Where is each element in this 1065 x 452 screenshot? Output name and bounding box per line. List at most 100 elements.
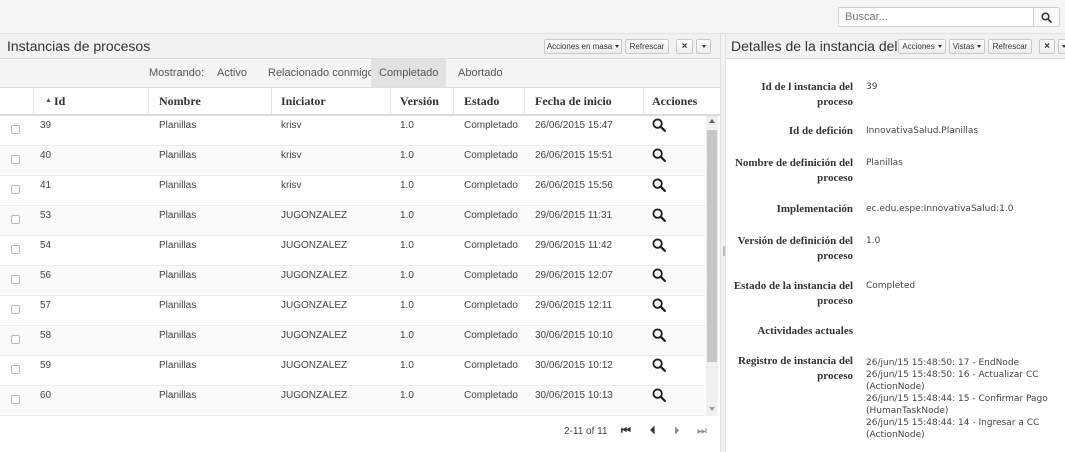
view-details-icon[interactable] xyxy=(652,148,666,162)
close-icon: × xyxy=(1044,41,1050,52)
splitter-grip-icon xyxy=(723,246,725,256)
close-button[interactable]: × xyxy=(1039,39,1055,54)
detail-label-instance-log: Registro de instancia del proceso xyxy=(738,355,853,382)
caret-down-icon xyxy=(977,45,982,48)
view-details-icon[interactable] xyxy=(652,178,666,192)
cell-version: 1.0 xyxy=(400,210,414,221)
column-header-status[interactable]: Estado xyxy=(464,88,499,114)
next-page-icon[interactable]: ⏵ xyxy=(674,425,680,438)
detail-label-instance-state: Estado de la instancia del proceso xyxy=(733,280,853,307)
detail-value-instance-id: 39 xyxy=(866,82,878,92)
cell-version: 1.0 xyxy=(400,180,414,191)
cell-name: Planillas xyxy=(159,240,197,251)
row-checkbox[interactable] xyxy=(11,215,20,224)
last-page-icon[interactable]: ⏭ xyxy=(697,425,707,438)
search-button[interactable] xyxy=(1034,7,1060,27)
cell-status: Completado xyxy=(464,180,518,191)
panel-title: Instancias de procesos xyxy=(7,38,151,54)
filter-completed[interactable]: Completado xyxy=(371,59,447,87)
cell-status: Completado xyxy=(464,390,518,401)
row-checkbox[interactable] xyxy=(11,365,20,374)
cell-initiator: JUGONZALEZ xyxy=(281,240,348,251)
row-checkbox[interactable] xyxy=(11,305,20,314)
view-details-icon[interactable] xyxy=(652,328,666,342)
sort-ascending-icon[interactable]: ▲ xyxy=(45,88,52,114)
table-row[interactable]: 58 Planillas JUGONZALEZ 1.0 Completado 3… xyxy=(0,326,705,356)
top-bar xyxy=(0,0,1065,34)
detail-label-deployment: Implementación xyxy=(776,203,853,215)
column-divider xyxy=(524,88,525,114)
cell-initiator: JUGONZALEZ xyxy=(281,300,348,311)
cell-initiator: JUGONZALEZ xyxy=(281,330,348,341)
scroll-down-arrow-icon[interactable] xyxy=(709,407,715,411)
table-row[interactable]: 40 Planillas krisv 1.0 Completado 26/06/… xyxy=(0,146,705,176)
views-button[interactable]: Vistas xyxy=(949,39,985,54)
previous-page-icon[interactable]: ⏴ xyxy=(650,425,656,438)
table-row[interactable]: 60 Planillas JUGONZALEZ 1.0 Completado 3… xyxy=(0,386,705,416)
row-checkbox[interactable] xyxy=(11,185,20,194)
panel-menu-button[interactable] xyxy=(696,39,711,54)
bulk-actions-button[interactable]: Acciones en masa xyxy=(544,39,622,54)
row-checkbox[interactable] xyxy=(11,335,20,344)
column-header-version[interactable]: Versión xyxy=(400,88,439,114)
view-details-icon[interactable] xyxy=(652,388,666,402)
table-row[interactable]: 39 Planillas krisv 1.0 Completado 26/06/… xyxy=(0,116,705,146)
view-details-icon[interactable] xyxy=(652,298,666,312)
search-field-wrapper xyxy=(838,7,1034,27)
detail-value-definition-id: InnovativaSalud.Planillas xyxy=(866,126,979,136)
table-row[interactable]: 41 Planillas krisv 1.0 Completado 26/06/… xyxy=(0,176,705,206)
scroll-up-arrow-icon[interactable] xyxy=(709,119,715,123)
cell-start-date: 30/06/2015 10:12 xyxy=(535,360,613,371)
filter-related-to-me[interactable]: Relacionado conmigo xyxy=(268,59,374,87)
view-details-icon[interactable] xyxy=(652,268,666,282)
table-scrollbar[interactable] xyxy=(706,116,718,416)
column-header-name[interactable]: Nombre xyxy=(159,88,201,114)
row-checkbox[interactable] xyxy=(11,125,20,134)
cell-initiator: JUGONZALEZ xyxy=(281,270,348,281)
cell-version: 1.0 xyxy=(400,120,414,131)
cell-initiator: krisv xyxy=(281,180,302,191)
view-details-icon[interactable] xyxy=(652,358,666,372)
cell-version: 1.0 xyxy=(400,330,414,341)
column-divider xyxy=(148,88,149,114)
column-divider xyxy=(453,88,454,114)
cell-status: Completado xyxy=(464,300,518,311)
table-row[interactable]: 56 Planillas JUGONZALEZ 1.0 Completado 2… xyxy=(0,266,705,296)
row-checkbox[interactable] xyxy=(11,395,20,404)
close-button[interactable]: × xyxy=(676,39,693,54)
cell-status: Completado xyxy=(464,210,518,221)
table-row[interactable]: 53 Planillas JUGONZALEZ 1.0 Completado 2… xyxy=(0,206,705,236)
table-row[interactable]: 57 Planillas JUGONZALEZ 1.0 Completado 2… xyxy=(0,296,705,326)
view-details-icon[interactable] xyxy=(652,208,666,222)
views-label: Vistas xyxy=(952,42,975,51)
view-details-icon[interactable] xyxy=(652,118,666,132)
close-icon: × xyxy=(681,41,688,52)
row-checkbox[interactable] xyxy=(11,155,20,164)
detail-value-definition-name: Planillas xyxy=(866,158,903,168)
detail-label-definition-version: Versión de definición del proceso xyxy=(737,235,853,262)
cell-version: 1.0 xyxy=(400,360,414,371)
view-details-icon[interactable] xyxy=(652,238,666,252)
table-row[interactable]: 54 Planillas JUGONZALEZ 1.0 Completado 2… xyxy=(0,236,705,266)
filter-label: Mostrando: xyxy=(149,67,205,79)
detail-value-definition-version: 1.0 xyxy=(866,236,881,246)
filter-aborted[interactable]: Abortado xyxy=(458,59,503,87)
cell-start-date: 30/06/2015 10:10 xyxy=(535,330,613,341)
table-row[interactable]: 59 Planillas JUGONZALEZ 1.0 Completado 3… xyxy=(0,356,705,386)
actions-button[interactable]: Acciones xyxy=(898,39,946,54)
row-checkbox[interactable] xyxy=(11,245,20,254)
cell-id: 60 xyxy=(40,390,52,401)
first-page-icon[interactable]: ⏮ xyxy=(621,425,631,438)
column-header-initiator[interactable]: Iniciator xyxy=(281,88,326,114)
refresh-button[interactable]: Refrescar xyxy=(988,39,1032,54)
pagination-range: 2-11 of 11 xyxy=(564,426,608,437)
panel-menu-button[interactable] xyxy=(1058,39,1065,54)
cell-name: Planillas xyxy=(159,390,197,401)
column-header-id[interactable]: Id xyxy=(54,88,65,114)
search-input[interactable] xyxy=(839,8,1033,26)
refresh-button[interactable]: Refrescar xyxy=(625,39,669,54)
filter-active[interactable]: Activo xyxy=(217,59,247,87)
column-header-start-date[interactable]: Fecha de inicio xyxy=(535,88,612,114)
row-checkbox[interactable] xyxy=(11,275,20,284)
scroll-thumb[interactable] xyxy=(707,130,717,362)
